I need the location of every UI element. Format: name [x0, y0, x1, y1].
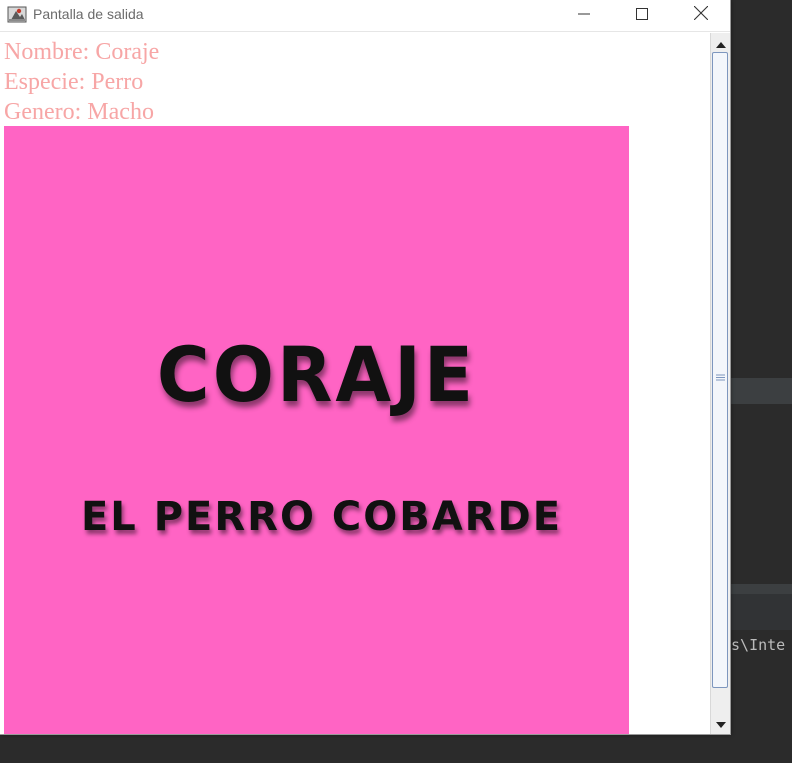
- poster-subtitle: EL PERRO COBARDE: [80, 494, 563, 540]
- pet-gender-label: Genero: Macho: [4, 99, 154, 125]
- scroll-down-button[interactable]: [711, 713, 730, 731]
- pet-name-label: Nombre: Coraje: [4, 39, 160, 65]
- ide-panel-divider: [731, 584, 792, 594]
- scroll-up-icon: [715, 33, 726, 52]
- pet-poster-image: CORAJE EL PERRO COBARDE: [4, 126, 629, 734]
- minimize-icon: [578, 5, 590, 24]
- window-title: Pantalla de salida: [33, 6, 144, 22]
- maximize-button[interactable]: [619, 0, 665, 28]
- maximize-icon: [636, 5, 648, 24]
- vertical-scrollbar[interactable]: [710, 33, 730, 734]
- minimize-button[interactable]: [561, 0, 607, 28]
- pet-species-label: Especie: Perro: [4, 69, 144, 95]
- output-window: Pantalla de salida Nombre: Coraje Especi…: [0, 0, 731, 735]
- title-bar[interactable]: Pantalla de salida: [0, 0, 730, 32]
- scroll-down-icon: [715, 713, 726, 732]
- close-icon: [693, 5, 709, 24]
- ide-console-text: ms\Inte: [722, 636, 786, 654]
- ide-toolbar-strip: [731, 594, 792, 630]
- close-button[interactable]: [678, 0, 724, 28]
- ide-bottom-area: [0, 735, 792, 763]
- scrollbar-thumb[interactable]: [712, 52, 728, 688]
- java-app-icon: [7, 4, 27, 24]
- scroll-grip-icon: [716, 366, 725, 381]
- poster-title: CORAJE: [156, 330, 477, 420]
- scroll-up-button[interactable]: [711, 33, 730, 51]
- content-panel: Nombre: Coraje Especie: Perro Genero: Ma…: [0, 33, 710, 734]
- ide-panel-strip: [731, 378, 792, 404]
